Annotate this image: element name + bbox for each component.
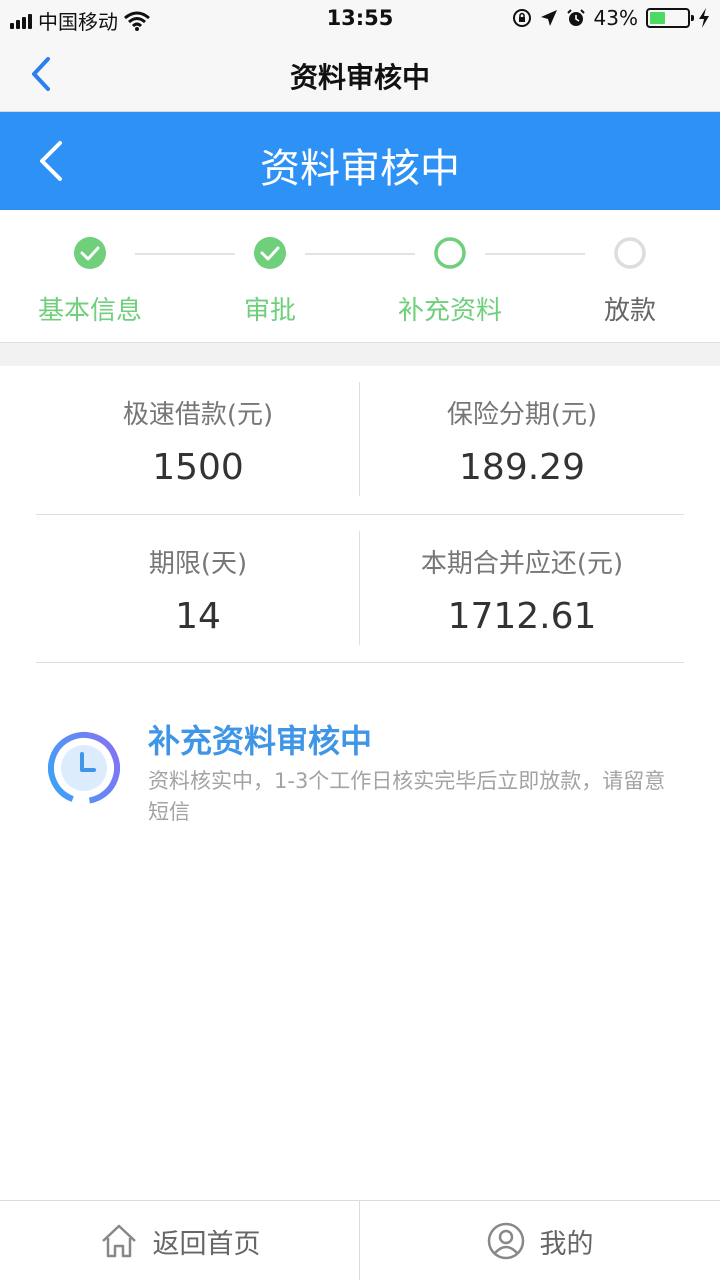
- home-tab-button[interactable]: 返回首页: [0, 1201, 359, 1280]
- step-supplement: 补充资料: [370, 236, 530, 327]
- loan-amount-label: 极速借款(元): [122, 400, 274, 430]
- battery-icon: [646, 8, 694, 28]
- home-icon: [101, 1224, 136, 1258]
- row-divider: [36, 514, 684, 515]
- alarm-icon: [566, 9, 585, 26]
- page: 中国移动 13:55 43% 资料审核中 资料审核中 基本信息 审批 补充资料 …: [0, 0, 720, 1280]
- pending-step-circle-icon: [614, 237, 646, 269]
- location-icon: [540, 10, 557, 26]
- page-header: 资料审核中: [0, 112, 720, 210]
- mine-tab-button[interactable]: 我的: [360, 1201, 719, 1280]
- repayment-value: 1712.61: [447, 596, 597, 637]
- column-divider: [359, 531, 360, 645]
- nav-bar: 资料审核中: [0, 36, 720, 112]
- battery-level: [650, 12, 665, 24]
- check-circle-icon: [74, 237, 106, 269]
- charging-icon: [699, 8, 709, 28]
- step-approval: 审批: [190, 236, 350, 327]
- loan-info: 极速借款(元) 1500 保险分期(元) 189.29 期限(天) 14 本期合…: [0, 366, 720, 666]
- column-divider: [359, 382, 360, 496]
- insurance-label: 保险分期(元): [446, 400, 598, 430]
- loan-amount-cell: 极速借款(元) 1500: [36, 394, 360, 488]
- term-value: 14: [175, 596, 221, 637]
- status-bar: 中国移动 13:55 43%: [0, 0, 720, 36]
- bottom-bar: 返回首页 我的: [0, 1200, 720, 1280]
- mine-tab-label: 我的: [539, 1228, 594, 1260]
- status-right: 43%: [512, 6, 710, 30]
- step-label: 放款: [603, 296, 656, 326]
- repayment-cell: 本期合并应还(元) 1712.61: [360, 543, 684, 637]
- review-notice: 补充资料审核中 资料核实中，1-3个工作日核实完毕后立即放款，请留意短信: [0, 700, 720, 840]
- check-circle-icon: [254, 237, 286, 269]
- notice-title: 补充资料审核中: [148, 722, 373, 760]
- section-divider: [0, 342, 720, 366]
- step-label: 基本信息: [37, 296, 142, 326]
- notice-description: 资料核实中，1-3个工作日核实完毕后立即放款，请留意短信: [148, 769, 666, 824]
- term-cell: 期限(天) 14: [36, 543, 360, 637]
- nav-title: 资料审核中: [289, 61, 430, 94]
- clock-icon: [48, 732, 121, 804]
- insurance-cell: 保险分期(元) 189.29: [360, 394, 684, 488]
- step-disburse: 放款: [550, 236, 710, 327]
- home-tab-label: 返回首页: [152, 1228, 261, 1260]
- page-title: 资料审核中: [260, 146, 460, 192]
- battery-percent: 43%: [593, 6, 638, 30]
- progress-steps: 基本信息 审批 补充资料 放款: [0, 210, 720, 342]
- step-basic-info: 基本信息: [10, 236, 170, 327]
- row-divider: [36, 662, 684, 663]
- loan-amount-value: 1500: [152, 447, 244, 488]
- user-icon: [487, 1222, 524, 1260]
- orientation-lock-icon: [512, 9, 531, 27]
- step-label: 补充资料: [397, 296, 502, 326]
- step-label: 审批: [243, 296, 296, 326]
- repayment-label: 本期合并应还(元): [420, 549, 624, 579]
- term-label: 期限(天): [148, 549, 248, 579]
- insurance-value: 189.29: [459, 447, 585, 488]
- current-step-circle-icon: [434, 237, 466, 269]
